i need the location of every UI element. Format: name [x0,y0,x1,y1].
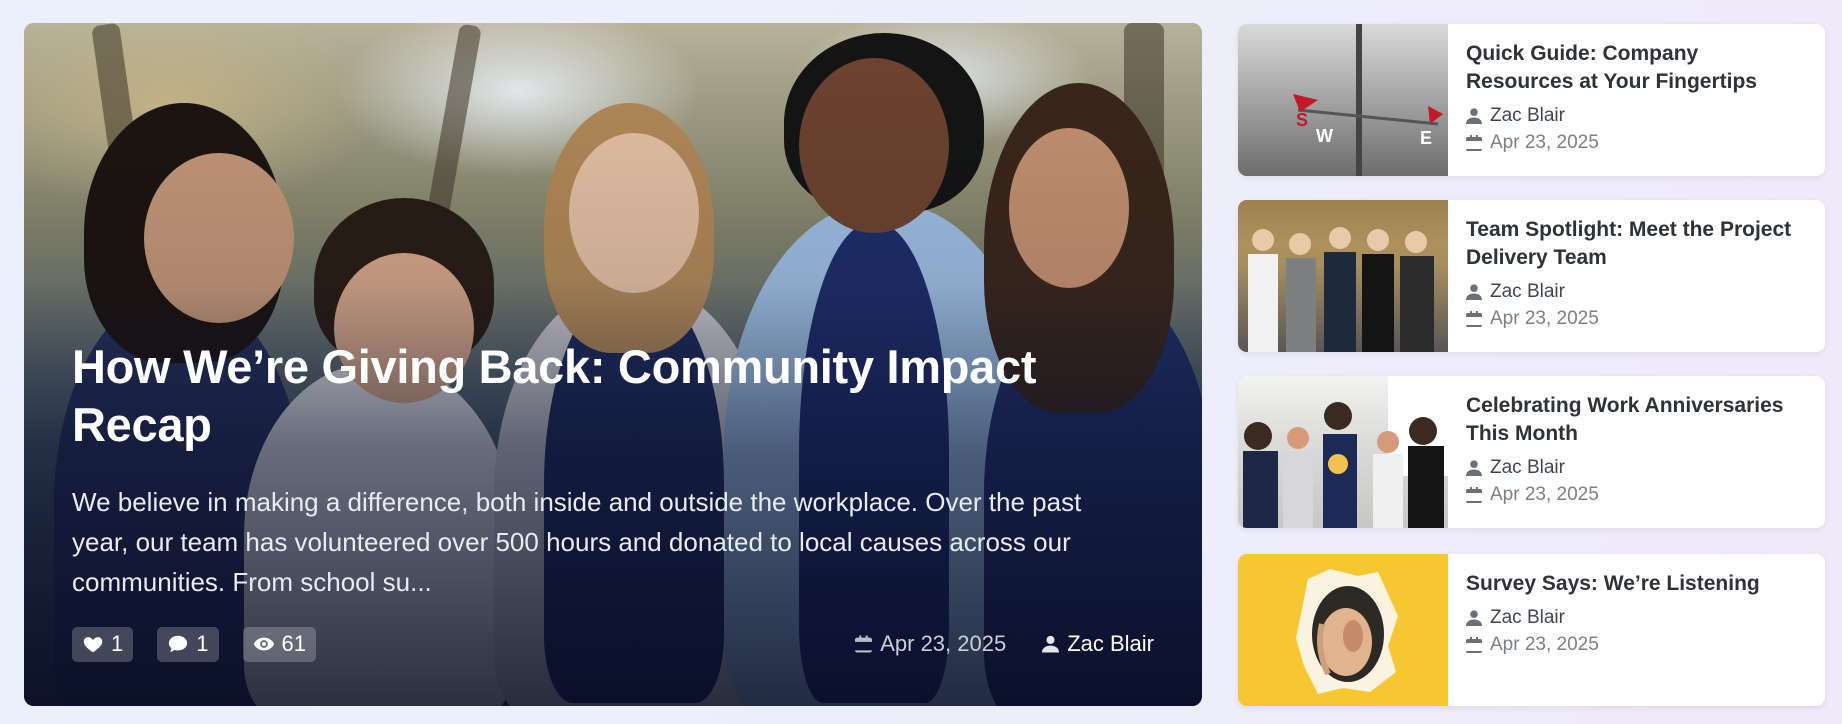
view-count: 61 [281,631,306,656]
side-post-body: Survey Says: We’re Listening Zac Blair A… [1448,554,1778,706]
featured-post-author[interactable]: Zac Blair [1042,631,1154,657]
side-post-thumbnail [1238,376,1448,528]
side-post-body: Team Spotlight: Meet the Project Deliver… [1448,200,1825,352]
side-post-author: Zac Blair [1466,278,1807,305]
side-post-card[interactable]: Survey Says: We’re Listening Zac Blair A… [1238,554,1825,706]
side-post-body: Quick Guide: Company Resources at Your F… [1448,24,1825,176]
side-post-title[interactable]: Celebrating Work Anniversaries This Mont… [1466,392,1807,448]
side-post-author: Zac Blair [1466,102,1807,129]
heart-icon [83,637,103,653]
comment-icon [169,635,188,653]
side-post-date: Apr 23, 2025 [1466,631,1760,658]
side-post-author-name: Zac Blair [1490,607,1565,628]
side-post-date-text: Apr 23, 2025 [1490,308,1599,329]
user-icon [1466,107,1482,124]
ear-listening-image [1296,569,1398,694]
side-post-date-text: Apr 23, 2025 [1490,484,1599,505]
side-post-thumbnail [1238,554,1448,706]
calendar-icon [1466,134,1482,151]
user-icon [1042,635,1060,653]
eye-icon [253,637,274,651]
like-button[interactable]: 1 [72,626,134,662]
weathervane-image: S W E [1293,24,1443,176]
user-icon [1466,283,1482,300]
comment-count: 1 [196,631,209,656]
side-post-thumbnail [1238,200,1448,352]
featured-post-date: Apr 23, 2025 [855,631,1006,657]
side-post-date-text: Apr 23, 2025 [1490,634,1599,655]
side-post-title[interactable]: Survey Says: We’re Listening [1466,570,1760,598]
side-post-author-name: Zac Blair [1490,105,1565,126]
featured-post-excerpt: We believe in making a difference, both … [72,487,1082,597]
svg-text:W: W [1316,126,1333,146]
side-post-date: Apr 23, 2025 [1466,481,1807,508]
side-post-thumbnail: S W E [1238,24,1448,176]
side-post-author: Zac Blair [1466,604,1760,631]
featured-post-content: How We’re Giving Back: Community Impact … [72,338,1154,662]
side-post-card[interactable]: Team Spotlight: Meet the Project Deliver… [1238,200,1825,352]
side-post-card[interactable]: S W E Quick Guide: Company Resources at … [1238,24,1825,176]
svg-text:E: E [1420,128,1432,148]
svg-text:S: S [1296,110,1308,130]
side-post-author-name: Zac Blair [1490,281,1565,302]
featured-post-title[interactable]: How We’re Giving Back: Community Impact … [72,338,1072,454]
side-post-date: Apr 23, 2025 [1466,129,1807,156]
side-post-title[interactable]: Team Spotlight: Meet the Project Deliver… [1466,216,1807,272]
featured-post-meta: 1 1 61 Apr 23, 2025 Zac Blair [72,626,1154,662]
side-post-title[interactable]: Quick Guide: Company Resources at Your F… [1466,40,1807,96]
calendar-icon [1466,636,1482,653]
side-post-author-name: Zac Blair [1490,457,1565,478]
featured-post-card[interactable]: How We’re Giving Back: Community Impact … [24,23,1202,706]
featured-date-text: Apr 23, 2025 [880,631,1007,656]
team-photo-image [1238,200,1448,352]
side-post-date: Apr 23, 2025 [1466,305,1807,332]
user-icon [1466,459,1482,476]
calendar-icon [1466,310,1482,327]
views-indicator: 61 [242,626,316,662]
user-icon [1466,609,1482,626]
calendar-icon [855,635,873,653]
like-count: 1 [111,631,124,656]
side-post-author: Zac Blair [1466,454,1807,481]
featured-author-name: Zac Blair [1067,631,1154,656]
side-post-body: Celebrating Work Anniversaries This Mont… [1448,376,1825,528]
side-post-card[interactable]: Celebrating Work Anniversaries This Mont… [1238,376,1825,528]
calendar-icon [1466,486,1482,503]
side-post-date-text: Apr 23, 2025 [1490,132,1599,153]
comment-button[interactable]: 1 [157,626,219,662]
celebration-image [1243,376,1448,528]
